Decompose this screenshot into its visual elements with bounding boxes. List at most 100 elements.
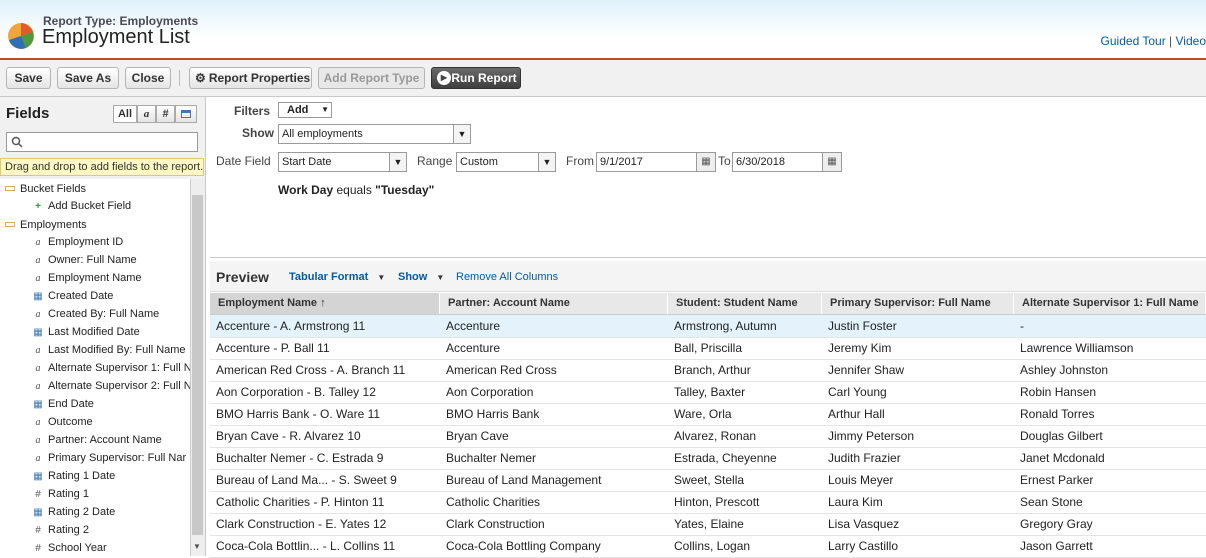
report-properties-button[interactable]: ⚙ Report Properties <box>189 67 312 89</box>
tree-field-item[interactable]: a Primary Supervisor: Full Nar <box>32 449 187 467</box>
tree-field-item[interactable]: ▦ Rating 1 Date <box>32 467 115 485</box>
tree-field-item[interactable]: # School Year <box>32 539 107 556</box>
tree-field-item[interactable]: # Rating 1 <box>32 485 89 503</box>
column-header[interactable]: Student: Student Name <box>668 293 822 314</box>
tree-folder[interactable]: ▭ Employments <box>4 215 87 233</box>
play-icon: ▶ <box>437 71 451 85</box>
table-cell: Accenture - P. Ball 11 <box>216 341 330 355</box>
run-report-button[interactable]: ▶ Run Report <box>431 67 521 89</box>
scrollbar-thumb[interactable] <box>192 195 203 535</box>
tree-item-label: Primary Supervisor: Full Nar <box>48 452 187 464</box>
scroll-down-icon[interactable]: ▼ <box>193 542 201 551</box>
table-row[interactable]: Bureau of Land Ma... - S. Sweet 9 Bureau … <box>210 469 1206 492</box>
table-row[interactable]: Clark Construction - E. Yates 12 Clark Co… <box>210 513 1206 536</box>
table-cell: Bureau of Land Ma... - S. Sweet 9 <box>216 473 397 487</box>
tree-field-item[interactable]: a Alternate Supervisor 2: Full N <box>32 377 191 395</box>
header-links: Guided Tour | Video <box>1101 34 1206 48</box>
text-field-icon: a <box>35 273 41 284</box>
filters-label: Filters <box>234 104 271 118</box>
show-value: All employments <box>282 128 363 140</box>
table-row[interactable]: Accenture - A. Armstrong 11 Accenture Arms… <box>210 315 1206 338</box>
table-cell: Ernest Parker <box>1020 473 1094 487</box>
table-row[interactable]: American Red Cross - A. Branch 11 America… <box>210 359 1206 382</box>
remove-all-columns-link[interactable]: Remove All Columns <box>456 271 558 283</box>
tree-field-item[interactable]: a Alternate Supervisor 1: Full N <box>32 359 191 377</box>
filter-criteria[interactable]: Work Day equals "Tuesday" <box>278 183 434 197</box>
filter-all-button[interactable]: All <box>113 105 137 123</box>
tree-field-item[interactable]: ▦ Last Modified Date <box>32 323 139 341</box>
panel-divider[interactable] <box>210 257 1206 258</box>
column-header[interactable]: Partner: Account Name <box>440 293 668 314</box>
page-title: Employment List <box>42 26 190 48</box>
calendar-icon[interactable]: ▦ <box>696 153 715 171</box>
add-report-type-button[interactable]: Add Report Type <box>318 67 425 89</box>
table-header: Employment Name ↑ Partner: Account Name St… <box>210 293 1206 315</box>
filter-text-button[interactable]: a <box>137 105 156 123</box>
add-filter-dropdown[interactable]: Add ▼ <box>278 102 332 118</box>
save-as-button[interactable]: Save As <box>57 67 119 89</box>
report-builder: Filters Add ▼ Show All employments ▼ Dat… <box>210 97 1206 558</box>
date-field-select[interactable]: Start Date ▼ <box>278 152 407 172</box>
table-row[interactable]: Aon Corporation - B. Talley 12 Aon Corpor… <box>210 381 1206 404</box>
chevron-down-icon: ▼ <box>538 153 555 171</box>
tree-field-item[interactable]: a Employment Name <box>32 269 142 287</box>
tree-field-item[interactable]: ▦ Created Date <box>32 287 113 305</box>
tree-field-item[interactable]: ▦ End Date <box>32 395 94 413</box>
tree-field-item[interactable]: a Partner: Account Name <box>32 431 162 449</box>
tree-field-item[interactable]: a Employment ID <box>32 233 124 251</box>
tree-item-label: Employment ID <box>48 236 124 248</box>
from-date-input[interactable]: 9/1/2017 ▦ <box>596 152 716 172</box>
table-cell: Douglas Gilbert <box>1020 429 1103 443</box>
table-row[interactable]: BMO Harris Bank - O. Ware 11 BMO Harris B… <box>210 403 1206 426</box>
table-cell: Robin Hansen <box>1020 385 1097 399</box>
tree-field-item[interactable]: a Owner: Full Name <box>32 251 137 269</box>
tree-scrollbar[interactable]: ▼ <box>190 179 205 556</box>
column-header[interactable]: Employment Name ↑ <box>210 293 440 314</box>
tree-field-item[interactable]: + Add Bucket Field <box>32 197 131 215</box>
show-dropdown[interactable]: Show ▼ <box>398 271 444 283</box>
save-button[interactable]: Save <box>6 67 51 89</box>
filter-criteria-operator: equals <box>333 183 376 197</box>
column-header[interactable]: Alternate Supervisor 1: Full Name <box>1014 293 1206 314</box>
guided-tour-link[interactable]: Guided Tour <box>1101 34 1166 48</box>
table-row[interactable]: Coca-Cola Bottlin... - L. Collins 11 Coca… <box>210 535 1206 558</box>
page-header: Report Type: Employments Employment List… <box>0 0 1206 60</box>
table-row[interactable]: Bryan Cave - R. Alvarez 10 Bryan Cave Alva… <box>210 425 1206 448</box>
tree-field-item[interactable]: a Created By: Full Name <box>32 305 160 323</box>
show-select[interactable]: All employments ▼ <box>278 124 471 144</box>
filter-criteria-value: "Tuesday" <box>375 183 435 197</box>
table-cell: Aon Corporation - B. Talley 12 <box>216 385 376 399</box>
tree-folder[interactable]: ▭ Bucket Fields <box>4 179 86 197</box>
table-cell: BMO Harris Bank - O. Ware 11 <box>216 407 381 421</box>
table-cell: Yates, Elaine <box>674 517 744 531</box>
text-field-icon: a <box>35 309 41 320</box>
table-cell: Catholic Charities <box>446 495 541 509</box>
filter-number-button[interactable]: # <box>156 105 175 123</box>
link-separator: | <box>1169 34 1173 48</box>
date-field-icon: ▦ <box>33 291 43 302</box>
table-row[interactable]: Buchalter Nemer - C. Estrada 9 Buchalter … <box>210 447 1206 470</box>
range-select[interactable]: Custom ▼ <box>456 152 556 172</box>
tree-field-item[interactable]: a Last Modified By: Full Name <box>32 341 186 359</box>
table-cell: Clark Construction <box>446 517 545 531</box>
table-cell: Jason Garrett <box>1020 539 1093 553</box>
table-cell: Clark Construction - E. Yates 12 <box>216 517 387 531</box>
chevron-down-icon: ▼ <box>389 153 406 171</box>
table-row[interactable]: Accenture - P. Ball 11 Accenture Ball, Pri… <box>210 337 1206 360</box>
column-header[interactable]: Primary Supervisor: Full Name <box>822 293 1014 314</box>
tree-item-label: Rating 2 Date <box>48 506 116 518</box>
close-button[interactable]: Close <box>125 67 171 89</box>
text-field-icon: a <box>35 363 41 374</box>
field-search-input[interactable] <box>6 132 198 152</box>
table-cell: Armstrong, Autumn <box>674 319 777 333</box>
table-row[interactable]: Catholic Charities - P. Hinton 11 Catholi… <box>210 491 1206 514</box>
table-cell: Branch, Arthur <box>674 363 751 377</box>
format-dropdown[interactable]: Tabular Format ▼ <box>289 271 385 283</box>
calendar-icon[interactable]: ▦ <box>822 153 841 171</box>
tree-field-item[interactable]: # Rating 2 <box>32 521 89 539</box>
to-date-input[interactable]: 6/30/2018 ▦ <box>732 152 842 172</box>
video-link[interactable]: Video <box>1176 34 1206 48</box>
tree-field-item[interactable]: ▦ Rating 2 Date <box>32 503 115 521</box>
filter-date-button[interactable] <box>175 105 197 123</box>
tree-field-item[interactable]: a Outcome <box>32 413 93 431</box>
